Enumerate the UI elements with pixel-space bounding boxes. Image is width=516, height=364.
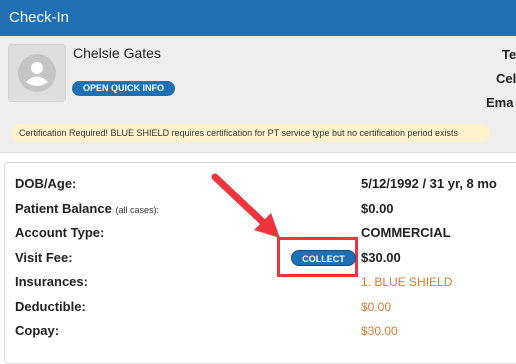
visit-fee-value: $30.00 xyxy=(361,250,401,265)
deductible-label: Deductible: xyxy=(15,299,86,314)
certification-warning-banner: Certification Required! BLUE SHIELD requ… xyxy=(12,124,490,142)
telephone-label: Te xyxy=(502,47,516,62)
email-label: Ema xyxy=(486,95,514,110)
patient-details-panel xyxy=(4,162,516,364)
insurance-link[interactable]: 1. BLUE SHIELD xyxy=(361,275,452,289)
copay-label: Copay: xyxy=(15,323,60,338)
account-type-label: Account Type: xyxy=(15,225,105,240)
patient-name: Chelsie Gates xyxy=(73,45,161,61)
patient-balance-label: Patient Balance (all cases): xyxy=(15,201,159,216)
patient-panel: Chelsie Gates OPEN QUICK INFO Te Cel Ema… xyxy=(0,36,516,153)
patient-balance-label-text: Patient Balance xyxy=(15,201,112,216)
insurances-label: Insurances: xyxy=(15,274,88,289)
user-avatar-icon xyxy=(8,44,66,102)
cell-label: Cel xyxy=(496,71,516,86)
dob-age-value: 5/12/1992 / 31 yr, 8 mo xyxy=(361,176,497,191)
collect-button[interactable]: COLLECT xyxy=(291,250,356,266)
visit-fee-label: Visit Fee: xyxy=(15,250,73,265)
patient-balance-value: $0.00 xyxy=(361,201,394,216)
avatar-graphic xyxy=(18,54,56,92)
dob-age-label: DOB/Age: xyxy=(15,176,77,191)
account-type-value: COMMERCIAL xyxy=(361,225,451,240)
window-title: Check-In xyxy=(9,9,70,26)
open-quick-info-button[interactable]: OPEN QUICK INFO xyxy=(72,81,175,96)
copay-value: $30.00 xyxy=(361,324,398,338)
patient-balance-qualifier: (all cases): xyxy=(115,205,159,215)
title-bar: Check-In xyxy=(0,0,516,36)
deductible-value: $0.00 xyxy=(361,300,392,314)
